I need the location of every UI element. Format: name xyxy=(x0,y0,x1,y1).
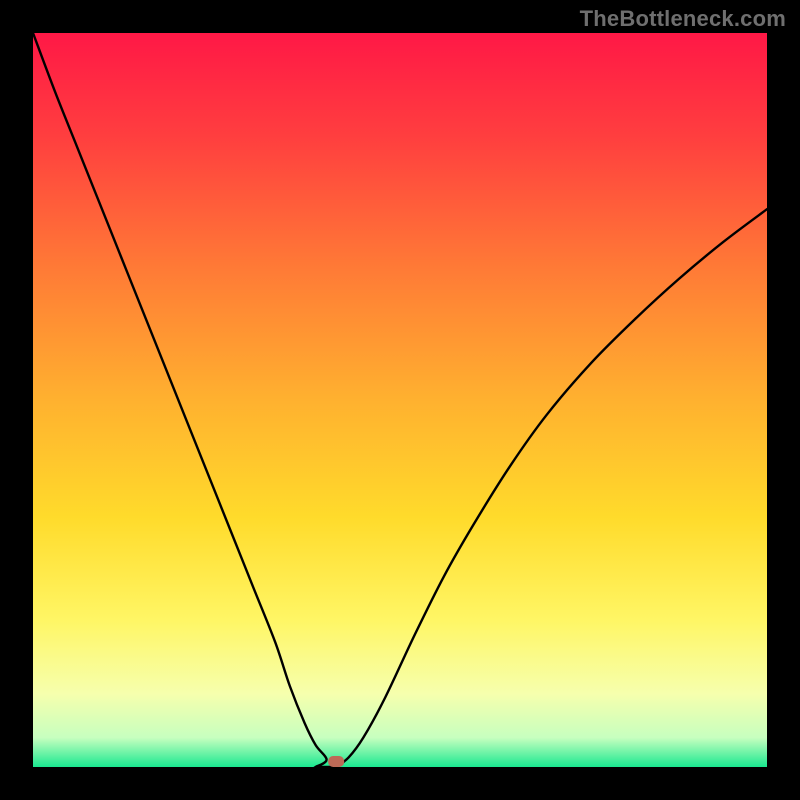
bottleneck-chart xyxy=(33,33,767,767)
watermark-text: TheBottleneck.com xyxy=(580,6,786,32)
gradient-background xyxy=(33,33,767,767)
minimum-marker xyxy=(328,756,344,767)
chart-container: TheBottleneck.com xyxy=(0,0,800,800)
